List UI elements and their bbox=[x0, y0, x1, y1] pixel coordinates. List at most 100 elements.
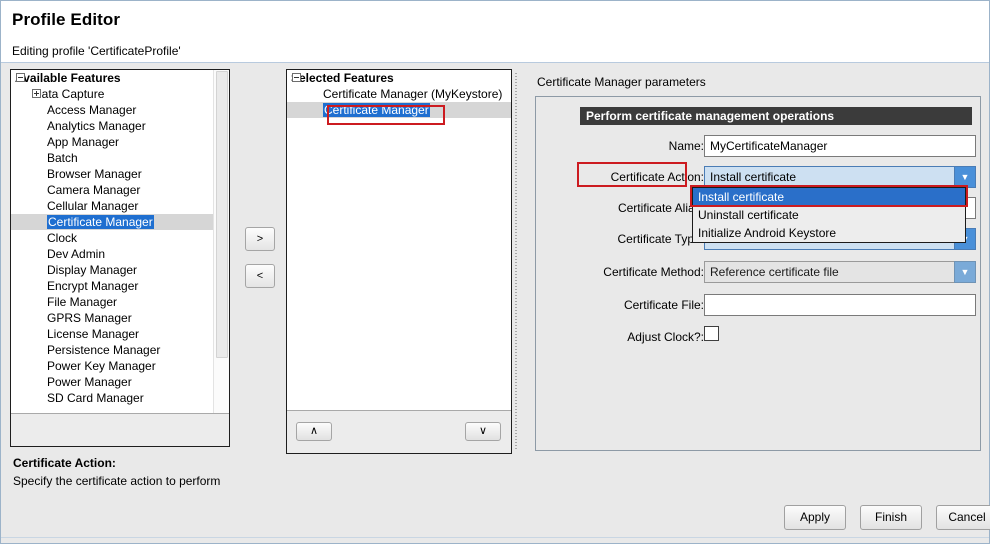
parameter-label: Certificate Action: bbox=[610, 170, 704, 184]
available-tree-item-label: Data Capture bbox=[33, 87, 105, 101]
cancel-button[interactable]: Cancel bbox=[936, 505, 990, 530]
description-text: Specify the certificate action to perfor… bbox=[13, 474, 221, 488]
collapse-icon[interactable] bbox=[292, 73, 301, 82]
tree-root-selected[interactable]: Selected Features bbox=[287, 70, 511, 86]
parameter-row: Adjust Clock?: bbox=[536, 326, 982, 350]
available-tree-item[interactable]: Batch bbox=[11, 150, 214, 166]
profile-editor-window: Profile Editor Editing profile 'Certific… bbox=[0, 0, 990, 544]
tree-root-label: Available Features bbox=[15, 71, 121, 85]
parameters-group-box: Perform certificate management operation… bbox=[535, 96, 981, 451]
available-tree-item-label: Camera Manager bbox=[47, 183, 141, 197]
description-title: Certificate Action: bbox=[13, 456, 116, 470]
finish-button[interactable]: Finish bbox=[860, 505, 922, 530]
available-tree-item[interactable]: Encrypt Manager bbox=[11, 278, 214, 294]
available-tree-item[interactable]: Clock bbox=[11, 230, 214, 246]
adjust-clock-checkbox[interactable] bbox=[704, 326, 719, 341]
combo-value: Reference certificate file bbox=[710, 265, 839, 279]
available-tree-item-label: Certificate Manager bbox=[47, 215, 154, 229]
parameter-row: Certificate Method: Reference certificate… bbox=[536, 261, 982, 285]
available-features-panel: Available Features Data Capture Access Man… bbox=[10, 69, 230, 447]
parameter-text-input[interactable]: MyCertificateManager bbox=[704, 135, 976, 157]
parameters-panel-title: Certificate Manager parameters bbox=[537, 75, 706, 89]
parameter-label: Certificate Alias: bbox=[617, 201, 704, 215]
sash-grip-dots bbox=[515, 73, 517, 450]
available-tree-item[interactable]: Persistence Manager bbox=[11, 342, 214, 358]
available-tree-item[interactable]: Access Manager bbox=[11, 102, 214, 118]
expand-icon[interactable] bbox=[32, 89, 41, 98]
bottom-divider bbox=[1, 537, 989, 538]
available-tree-item-label: Cellular Manager bbox=[47, 199, 139, 213]
parameter-label: Certificate Method: bbox=[603, 265, 704, 279]
available-tree-item-label: Power Manager bbox=[47, 375, 132, 389]
parameters-group-header: Perform certificate management operation… bbox=[580, 107, 972, 125]
dropdown-option[interactable]: Uninstall certificate bbox=[693, 206, 965, 224]
parameter-label: Certificate File: bbox=[623, 298, 704, 312]
move-up-button[interactable]: ∧ bbox=[296, 422, 332, 441]
available-tree-item[interactable]: Browser Manager bbox=[11, 166, 214, 182]
available-tree-item-label: File Manager bbox=[47, 295, 118, 309]
available-tree-item[interactable]: File Manager bbox=[11, 294, 214, 310]
add-feature-button[interactable]: > bbox=[245, 227, 275, 251]
parameter-label: Certificate Type: bbox=[617, 232, 704, 246]
tree-root-label: Selected Features bbox=[291, 71, 394, 85]
available-tree-item-label: Dev Admin bbox=[47, 247, 106, 261]
dropdown-option[interactable]: Install certificate bbox=[693, 188, 965, 206]
available-tree-item[interactable]: Certificate Manager bbox=[11, 214, 214, 230]
available-tree-item-label: Batch bbox=[47, 151, 78, 165]
chevron-down-icon[interactable]: ▼ bbox=[954, 166, 976, 188]
collapse-icon[interactable] bbox=[16, 73, 25, 82]
chevron-down-icon[interactable]: ▼ bbox=[954, 261, 976, 283]
available-tree-item[interactable]: SD Card Manager bbox=[11, 390, 214, 406]
available-features-scrollbar[interactable] bbox=[213, 70, 229, 413]
available-tree-item[interactable]: License Manager bbox=[11, 326, 214, 342]
available-tree-item-label: Clock bbox=[47, 231, 78, 245]
available-tree-item[interactable]: Cellular Manager bbox=[11, 198, 214, 214]
available-tree-item-label: App Manager bbox=[47, 135, 120, 149]
available-tree-item[interactable]: Display Manager bbox=[11, 262, 214, 278]
available-tree-item-label: Analytics Manager bbox=[47, 119, 146, 133]
page-subtitle: Editing profile 'CertificateProfile' bbox=[12, 44, 181, 58]
parameter-combo-box[interactable]: Install certificate ▼ bbox=[704, 166, 976, 188]
scrollbar-thumb[interactable] bbox=[216, 71, 228, 358]
available-tree-item[interactable]: App Manager bbox=[11, 134, 214, 150]
dropdown-option[interactable]: Initialize Android Keystore bbox=[693, 224, 965, 242]
selected-tree-item[interactable]: Certificate Manager bbox=[287, 102, 511, 118]
available-tree-item[interactable]: Power Key Manager bbox=[11, 358, 214, 374]
parameter-label: Adjust Clock?: bbox=[627, 330, 704, 344]
selected-features-panel: Selected Features Certificate Manager (My… bbox=[286, 69, 512, 454]
selected-features-footer: ∧ ∨ bbox=[287, 410, 511, 453]
tree-root-available[interactable]: Available Features bbox=[11, 70, 214, 86]
available-tree-item-label: Browser Manager bbox=[47, 167, 142, 181]
available-tree-item-label: Display Manager bbox=[47, 263, 138, 277]
available-features-tree[interactable]: Available Features Data Capture Access Man… bbox=[11, 70, 214, 413]
available-tree-item-label: License Manager bbox=[47, 327, 140, 341]
parameter-label: Name: bbox=[668, 139, 704, 153]
selected-tree-item[interactable]: Certificate Manager (MyKeystore) bbox=[287, 86, 511, 102]
available-tree-item[interactable]: GPRS Manager bbox=[11, 310, 214, 326]
parameter-row: Certificate File: bbox=[536, 294, 982, 318]
move-down-button[interactable]: ∨ bbox=[465, 422, 501, 441]
certificate-action-dropdown[interactable]: Install certificate Uninstall certificate… bbox=[692, 187, 966, 243]
available-tree-item[interactable]: Analytics Manager bbox=[11, 118, 214, 134]
description-area: Certificate Action: Specify the certific… bbox=[10, 456, 983, 492]
available-tree-item[interactable]: Camera Manager bbox=[11, 182, 214, 198]
selected-features-tree[interactable]: Selected Features Certificate Manager (My… bbox=[287, 70, 511, 410]
apply-button[interactable]: Apply bbox=[784, 505, 846, 530]
combo-value: Install certificate bbox=[710, 170, 797, 184]
available-tree-item-label: GPRS Manager bbox=[47, 311, 132, 325]
available-tree-item-label: Encrypt Manager bbox=[47, 279, 139, 293]
available-tree-item[interactable]: Power Manager bbox=[11, 374, 214, 390]
remove-feature-button[interactable]: < bbox=[245, 264, 275, 288]
page-title: Profile Editor bbox=[12, 10, 121, 29]
panel-sash-divider[interactable] bbox=[512, 69, 520, 454]
available-features-footer bbox=[11, 413, 229, 446]
available-tree-item-label: Power Key Manager bbox=[47, 359, 156, 373]
available-tree-item[interactable]: Data Capture bbox=[11, 86, 214, 102]
parameter-text-input[interactable] bbox=[704, 294, 976, 316]
selected-tree-item-label: Certificate Manager bbox=[323, 103, 430, 117]
parameter-combo-box[interactable]: Reference certificate file ▼ bbox=[704, 261, 976, 283]
available-tree-item-label: Access Manager bbox=[47, 103, 137, 117]
parameters-panel: Certificate Manager parameters Perform c… bbox=[525, 69, 983, 454]
parameter-row: Name: MyCertificateManager bbox=[536, 135, 982, 159]
available-tree-item[interactable]: Dev Admin bbox=[11, 246, 214, 262]
